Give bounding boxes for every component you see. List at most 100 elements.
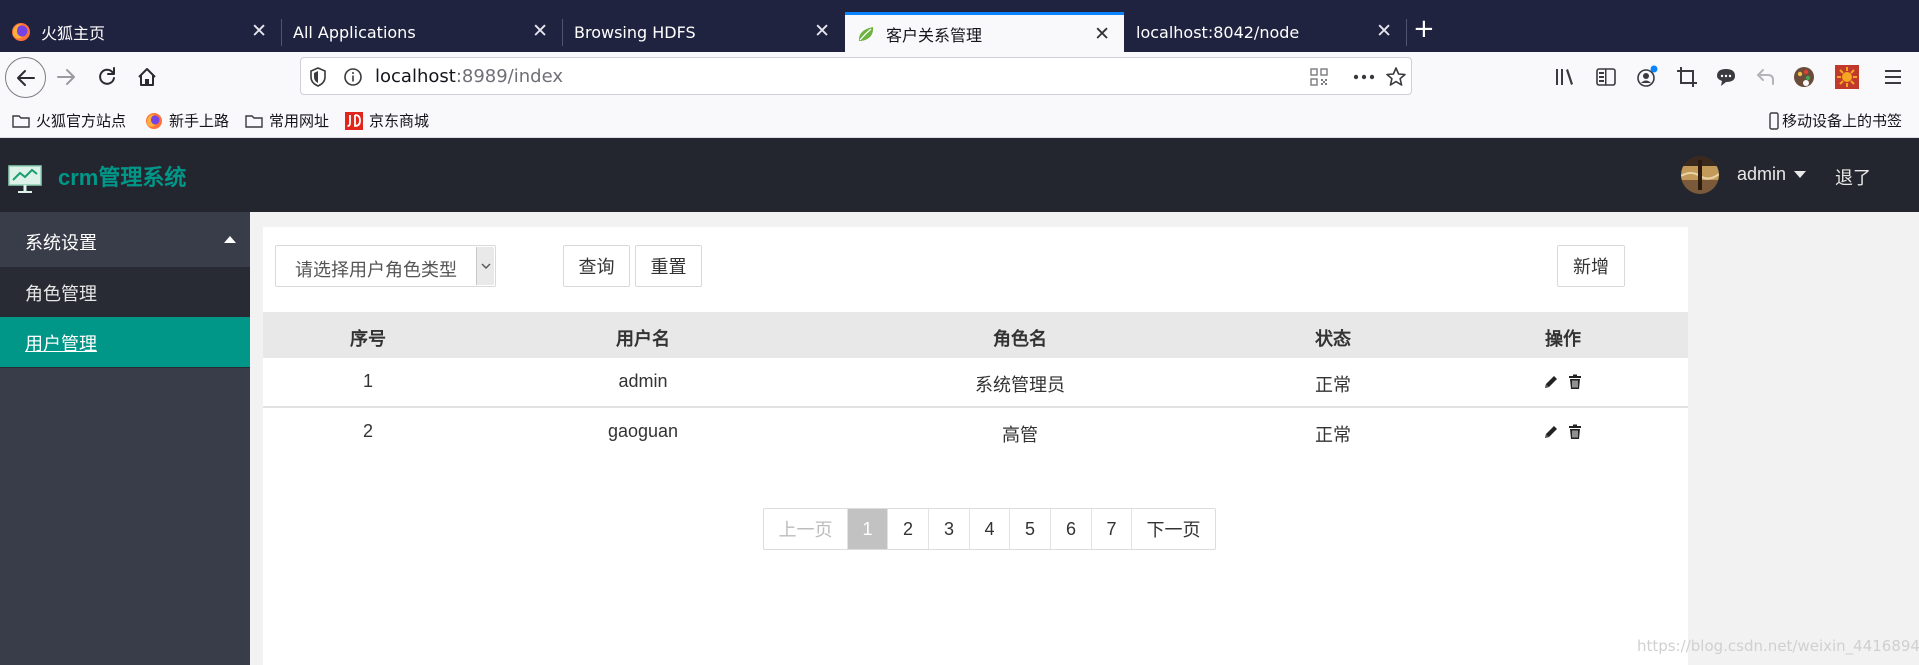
page-button[interactable]: 5 — [1009, 509, 1050, 549]
page-button[interactable]: 3 — [928, 509, 969, 549]
sidebar-toggle-icon[interactable] — [1595, 67, 1617, 87]
bookmark-label: 常用网址 — [269, 112, 330, 130]
sidebar-item-label: 用户管理 — [25, 334, 97, 355]
shield-icon[interactable] — [309, 67, 327, 87]
home-icon — [138, 68, 156, 86]
forward-button[interactable] — [54, 65, 78, 89]
caret-up-icon — [224, 236, 236, 243]
undo-icon[interactable] — [1755, 68, 1775, 86]
role-type-select[interactable]: 请选择用户角色类型 — [275, 245, 496, 287]
tab-browsing-hdfs[interactable]: Browsing HDFS ✕ — [563, 12, 844, 52]
pencil-edit-icon[interactable] — [1543, 374, 1559, 390]
next-page-button[interactable]: 下一页 — [1131, 509, 1215, 549]
close-tab-icon[interactable]: ✕ — [1094, 25, 1110, 44]
back-button[interactable] — [5, 57, 46, 98]
spring-leaf-icon — [858, 26, 874, 41]
sidebar-group-system-settings[interactable]: 系统设置 — [0, 212, 250, 267]
close-tab-icon[interactable]: ✕ — [1376, 22, 1392, 41]
close-tab-icon[interactable]: ✕ — [251, 22, 267, 41]
chat-bubble-icon[interactable] — [1715, 66, 1737, 88]
bookmark-label: 新手上路 — [169, 112, 230, 130]
folder-icon — [245, 114, 263, 128]
app-title: crm管理系统 — [58, 165, 187, 190]
bookmark-label: 火狐官方站点 — [36, 112, 127, 130]
row-index: 2 — [362, 421, 374, 441]
tab-localhost-node[interactable]: localhost:8042/node ✕ — [1125, 12, 1406, 52]
row-index: 1 — [362, 371, 374, 391]
tab-title: All Applications — [293, 22, 416, 42]
folder-icon — [12, 114, 30, 128]
close-tab-icon[interactable]: ✕ — [532, 22, 548, 41]
trash-delete-icon[interactable] — [1567, 424, 1583, 440]
row-role: 高管 — [1002, 425, 1038, 445]
screenshot-crop-icon[interactable] — [1676, 66, 1698, 88]
close-tab-icon[interactable]: ✕ — [814, 22, 830, 41]
prev-page-button[interactable]: 上一页 — [764, 509, 847, 549]
sidebar-item-user-management[interactable]: 用户管理 — [0, 317, 250, 367]
sidebar-item-label: 角色管理 — [25, 284, 97, 305]
caret-down-icon[interactable] — [1794, 171, 1806, 178]
color-palette-icon[interactable] — [1792, 65, 1816, 89]
url-host: localhost — [375, 66, 456, 87]
tab-all-applications[interactable]: All Applications ✕ — [282, 12, 562, 52]
logout-link[interactable]: 退了 — [1835, 164, 1871, 190]
page-button[interactable]: 4 — [969, 509, 1009, 549]
mobile-bookmarks-label: 移动设备上的书签 — [1782, 112, 1903, 130]
jd-icon — [345, 111, 363, 130]
star-bookmark-icon[interactable] — [1385, 66, 1407, 88]
row-status: 正常 — [1315, 375, 1351, 395]
add-button[interactable]: 新增 — [1557, 245, 1625, 287]
qr-code-icon[interactable] — [1310, 68, 1328, 86]
url-bar[interactable]: localhost:8989/index — [300, 57, 1412, 95]
firefox-icon — [12, 23, 30, 41]
watermark-text: https://blog.csdn.net/weixin_44168948 — [1637, 637, 1919, 655]
row-status: 正常 — [1315, 425, 1351, 445]
query-button[interactable]: 查询 — [563, 245, 630, 287]
column-header: 操作 — [1545, 329, 1581, 349]
page-button[interactable]: 7 — [1091, 509, 1131, 549]
presentation-board-icon — [8, 165, 42, 193]
info-icon[interactable] — [343, 67, 363, 87]
url-text[interactable]: localhost:8989/index — [375, 66, 563, 87]
avatar-image — [1681, 156, 1719, 194]
chevron-down-icon[interactable] — [476, 247, 494, 285]
bookmarks-toolbar: 火狐官方站点 新手上路 常用网址 京东商城 移动设备上的书签 — [0, 102, 1919, 138]
tab-title: 火狐主页 — [41, 24, 106, 43]
more-actions-icon[interactable] — [1353, 74, 1375, 80]
reset-button[interactable]: 重置 — [635, 245, 702, 287]
arrow-right-icon — [57, 69, 75, 85]
mobile-phone-icon — [1769, 111, 1779, 130]
user-menu[interactable]: admin — [1737, 164, 1786, 185]
tab-crm[interactable]: 客户关系管理 ✕ — [845, 12, 1124, 52]
row-username: gaoguan — [607, 421, 679, 441]
bookmark-item[interactable]: 新手上路 — [145, 110, 229, 131]
tab-title: 客户关系管理 — [886, 25, 983, 45]
browser-tab-bar: 火狐主页 ✕ All Applications ✕ Browsing HDFS … — [0, 0, 1919, 52]
row-username: admin — [618, 371, 668, 391]
page-button[interactable]: 1 — [847, 509, 887, 549]
sun-extension-icon[interactable] — [1835, 65, 1859, 89]
new-tab-button[interactable]: + — [1413, 16, 1435, 42]
home-button[interactable] — [134, 64, 160, 90]
mobile-bookmarks[interactable]: 移动设备上的书签 — [1769, 110, 1902, 131]
table-row: 1 admin 系统管理员 正常 — [263, 358, 1688, 408]
bookmark-item[interactable]: 常用网址 — [245, 110, 329, 131]
sidebar-item-role-management[interactable]: 角色管理 — [0, 267, 250, 317]
reload-button[interactable] — [95, 65, 119, 89]
page-button[interactable]: 6 — [1050, 509, 1091, 549]
bookmark-label: 京东商城 — [369, 112, 430, 130]
pencil-edit-icon[interactable] — [1543, 424, 1559, 440]
firefox-icon — [146, 112, 162, 129]
account-icon[interactable] — [1635, 65, 1659, 89]
row-role: 系统管理员 — [975, 375, 1065, 395]
trash-delete-icon[interactable] — [1567, 374, 1583, 390]
page-button[interactable]: 2 — [887, 509, 928, 549]
tab-title: localhost:8042/node — [1136, 22, 1300, 42]
hamburger-menu-icon[interactable] — [1883, 67, 1903, 87]
pagination: 上一页 1 2 3 4 5 6 7 下一页 — [763, 508, 1216, 550]
tab-firefox-home[interactable]: 火狐主页 ✕ — [0, 12, 281, 52]
avatar[interactable] — [1681, 156, 1719, 194]
bookmark-item[interactable]: 京东商城 — [345, 110, 429, 131]
library-icon[interactable] — [1554, 67, 1576, 87]
bookmark-item[interactable]: 火狐官方站点 — [12, 110, 126, 131]
